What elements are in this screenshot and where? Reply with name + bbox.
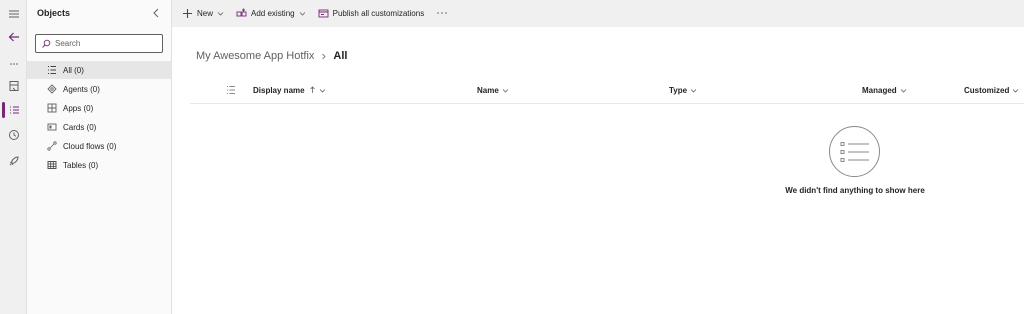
nav-item-label: Cards (0): [63, 122, 97, 132]
column-label: Managed: [862, 85, 897, 95]
column-header-name[interactable]: Name: [477, 82, 509, 98]
history-rail-button[interactable]: [0, 123, 27, 147]
new-button-label: New: [197, 9, 214, 18]
nav-item-cards[interactable]: Cards (0): [27, 118, 171, 136]
nav-item-cloud-flows[interactable]: Cloud flows (0): [27, 137, 171, 155]
header-divider: [190, 103, 1024, 104]
nav-item-tables[interactable]: Tables (0): [27, 156, 171, 174]
empty-state-illustration: [829, 126, 880, 177]
table-icon: [46, 159, 58, 171]
sort-ascending-icon: [309, 86, 315, 93]
publish-icon: [318, 9, 329, 18]
collapse-panel-button[interactable]: [149, 6, 163, 20]
add-existing-icon: [236, 8, 247, 17]
nav-item-label: Apps (0): [63, 103, 94, 113]
search-input[interactable]: [55, 39, 155, 48]
left-rail: [0, 0, 27, 314]
history-icon: [8, 130, 19, 140]
more-icon: [9, 63, 18, 65]
nav-item-label: All (0): [63, 65, 84, 75]
breadcrumb-current: All: [333, 50, 348, 62]
column-label: Display name: [253, 85, 305, 95]
breadcrumb: My Awesome App Hotfix All: [196, 50, 347, 62]
agent-icon: [46, 83, 58, 95]
chevron-down-icon: [319, 88, 325, 93]
column-options-button[interactable]: [226, 82, 236, 98]
column-header-display-name[interactable]: Display name: [253, 82, 326, 98]
more-commands-button[interactable]: [436, 8, 448, 19]
back-button[interactable]: [0, 25, 27, 49]
column-header-type[interactable]: Type: [669, 82, 697, 98]
objects-panel: Objects All (0) Agents (0) Apps (0) Card…: [27, 0, 172, 314]
nav-item-apps[interactable]: Apps (0): [27, 99, 171, 117]
chevron-down-icon: [690, 88, 697, 93]
nav-item-label: Cloud flows (0): [63, 141, 117, 151]
list-icon: [46, 64, 58, 76]
more-icon: [437, 12, 448, 14]
chevron-down-icon: [900, 88, 906, 93]
empty-list-icon: [840, 141, 869, 162]
nav-item-label: Agents (0): [63, 84, 100, 94]
search-icon: [42, 39, 51, 48]
card-icon: [46, 121, 58, 133]
chevron-down-icon: [299, 12, 305, 16]
breadcrumb-parent-link[interactable]: My Awesome App Hotfix: [196, 50, 314, 62]
search-box: [35, 34, 163, 53]
empty-state-message: We didn't find anything to show here: [785, 186, 925, 195]
apps-icon: [46, 102, 58, 114]
column-label: Customized: [964, 85, 1010, 95]
objects-rail-button[interactable]: [0, 98, 27, 122]
nav-item-all[interactable]: All (0): [27, 61, 171, 79]
chevron-down-icon: [502, 88, 509, 93]
flow-icon: [46, 140, 58, 152]
column-list-icon: [227, 86, 235, 94]
column-label: Type: [669, 85, 688, 95]
column-header-customized[interactable]: Customized: [964, 82, 1019, 98]
panel-title: Objects: [37, 8, 71, 18]
chevron-right-icon: [322, 53, 326, 59]
hamburger-icon: [8, 10, 19, 18]
nav-item-agents[interactable]: Agents (0): [27, 80, 171, 98]
add-existing-label: Add existing: [251, 9, 295, 18]
chevron-down-icon: [1013, 88, 1019, 93]
new-button[interactable]: New: [180, 4, 226, 24]
chevron-left-icon: [153, 8, 159, 18]
column-label: Name: [477, 85, 499, 95]
rocket-icon: [9, 156, 19, 166]
deploy-rail-button[interactable]: [0, 149, 27, 173]
publish-all-button[interactable]: Publish all customizations: [316, 4, 427, 24]
more-rail-button[interactable]: [0, 50, 27, 74]
overview-rail-button[interactable]: [0, 74, 27, 98]
overview-icon: [9, 81, 18, 91]
command-bar: New Add existing Publish all customizati…: [172, 0, 1024, 27]
plus-icon: [183, 9, 192, 18]
column-header-managed[interactable]: Managed: [862, 82, 907, 98]
objects-list-icon: [9, 106, 19, 114]
back-arrow-icon: [8, 32, 19, 42]
publish-all-label: Publish all customizations: [332, 9, 425, 18]
nav-item-label: Tables (0): [63, 160, 99, 170]
add-existing-button[interactable]: Add existing: [234, 4, 308, 24]
hamburger-menu-button[interactable]: [0, 2, 27, 26]
chevron-down-icon: [217, 12, 224, 16]
